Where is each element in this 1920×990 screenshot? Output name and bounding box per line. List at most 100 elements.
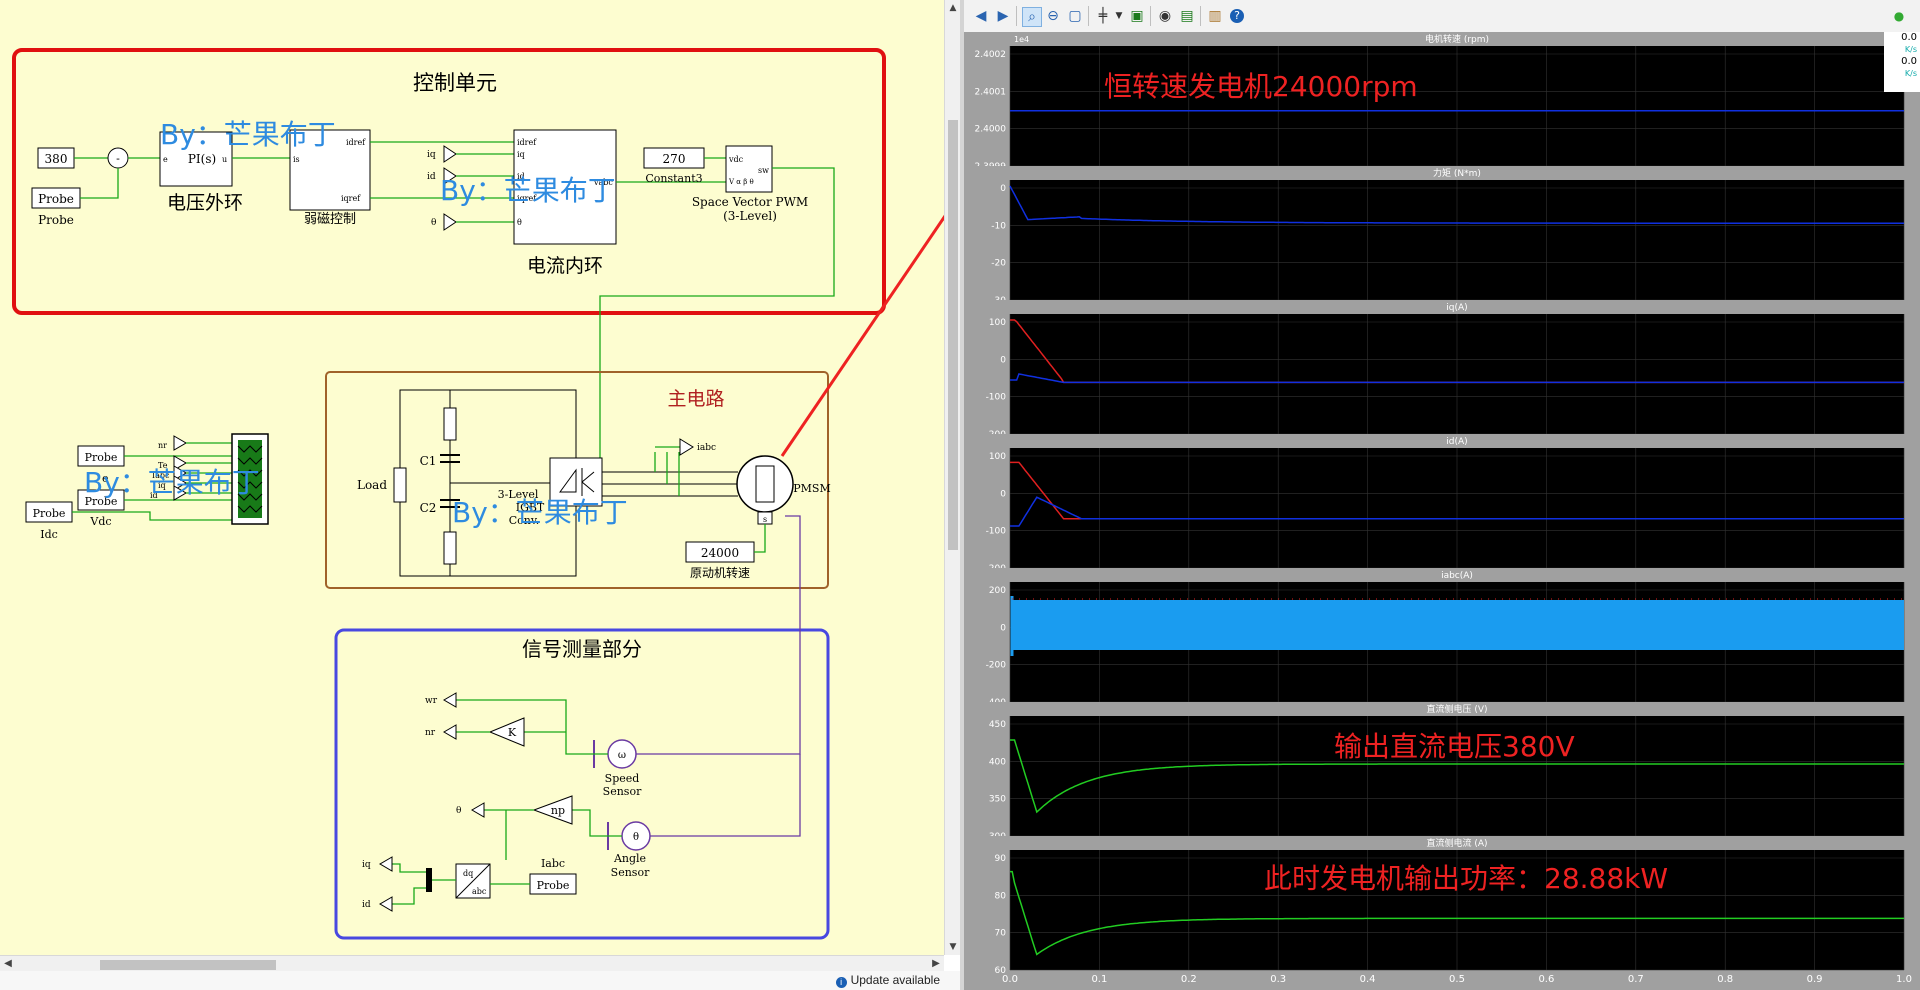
- y-tick-label: -100: [986, 527, 1007, 537]
- watermark-4: By：芒果布丁: [452, 496, 628, 529]
- readout-panel: 0.0 K/s 0.0 K/s: [1884, 32, 1920, 92]
- zoom-out-icon[interactable]: ⊖: [1044, 7, 1062, 25]
- angle-sensor-label-2: Sensor: [611, 866, 650, 879]
- plot-annotation: 输出直流电压380V: [1334, 730, 1575, 763]
- y-tick-label: -100: [986, 393, 1007, 403]
- svg-text:θ: θ: [633, 832, 639, 843]
- pmsm-shaft-s: s: [763, 515, 767, 524]
- tag-wr: wr: [425, 696, 438, 706]
- horizontal-scrollbar[interactable]: ◀ ▶: [0, 955, 944, 972]
- vertical-scroll-thumb[interactable]: [948, 120, 958, 550]
- tag-theta: θ: [431, 218, 436, 228]
- signal-measurement-frame: [334, 628, 830, 940]
- horizontal-scroll-thumb[interactable]: [100, 960, 276, 970]
- back-icon[interactable]: ◀: [972, 7, 990, 25]
- help-icon[interactable]: ?: [1230, 9, 1244, 23]
- x-tick-label: 0.5: [1449, 974, 1465, 985]
- clipboard-icon[interactable]: ▥: [1206, 7, 1224, 25]
- tag-id-out: id: [362, 900, 371, 910]
- tag-id: id: [427, 172, 436, 182]
- watermark-3: By：芒果布丁: [84, 466, 260, 499]
- status-dot-icon: ●: [1893, 9, 1905, 23]
- panel-title: 力矩 (N*m): [1433, 167, 1481, 179]
- chevron-down-icon[interactable]: ▼: [1110, 7, 1128, 25]
- schematic-canvas[interactable]: 控制单元 380 - Probe Probe PI(s) e u 电压外环 is…: [0, 0, 944, 990]
- idc-label: Idc: [40, 528, 58, 541]
- readout-2-unit: K/s: [1904, 69, 1917, 78]
- y-tick-label: 400: [989, 757, 1006, 767]
- tag-nr: nr: [425, 728, 436, 738]
- load-label: Load: [357, 478, 387, 492]
- fw-port-is: is: [293, 155, 300, 164]
- y-tick-label: 2.4002: [975, 50, 1007, 60]
- y-tick-label: 70: [995, 929, 1007, 939]
- scroll-up-icon[interactable]: ▲: [947, 2, 959, 14]
- eye-icon[interactable]: ◉: [1156, 7, 1174, 25]
- update-notice[interactable]: i Update available: [835, 973, 940, 988]
- svpwm-port-sw: sw: [758, 166, 769, 175]
- svg-text:-: -: [116, 152, 120, 165]
- tag-iq-out: iq: [362, 860, 371, 870]
- load-resistor[interactable]: [393, 467, 407, 503]
- y-tick-label: 0: [1000, 489, 1006, 499]
- tag-theta-out: θ: [456, 806, 461, 816]
- x-tick-label: 0.9: [1807, 974, 1823, 985]
- scope-toolbar: ◀ ▶ ⌕ ⊖ ▢ ╪ ▼ ▣ ◉ ▤ ▥ ? ●: [964, 0, 1920, 33]
- forward-icon[interactable]: ▶: [994, 7, 1012, 25]
- panel-title: iabc(A): [1441, 571, 1473, 581]
- speed-constant-value: 24000: [701, 546, 739, 560]
- gain-np-label: np: [551, 804, 565, 817]
- svpwm-label: Space Vector PWM: [692, 195, 808, 209]
- c2-label: C2: [420, 501, 437, 515]
- scroll-left-icon[interactable]: ◀: [2, 958, 14, 969]
- update-notice-text: Update available: [850, 973, 940, 987]
- svpwm-label-2: (3-Level): [723, 209, 777, 223]
- abc-label: abc: [472, 887, 487, 896]
- scroll-right-icon[interactable]: ▶: [930, 958, 942, 969]
- y-tick-label: 100: [989, 452, 1006, 462]
- status-bar: i Update available: [0, 971, 960, 990]
- y-tick-label: -200: [986, 661, 1007, 671]
- constant3-label: Constant3: [645, 172, 702, 185]
- speed-constant-label: 原动机转速: [690, 565, 750, 580]
- dq-label: dq: [463, 869, 473, 878]
- current-loop-label: 电流内环: [527, 255, 603, 277]
- y-tick-label: -20: [991, 259, 1006, 269]
- screen-icon[interactable]: ▣: [1128, 7, 1146, 25]
- plot-annotation: 此时发电机输出功率：28.88kW: [1264, 862, 1668, 895]
- control-unit-title: 控制单元: [413, 71, 497, 95]
- vdc-probe-label: Probe: [38, 213, 74, 227]
- fw-port-iqref: iqref: [341, 194, 361, 203]
- x-tick-label: 0.7: [1628, 974, 1644, 985]
- zoom-icon[interactable]: ⌕: [1022, 7, 1042, 27]
- scope-plots[interactable]: 电机转速 (rpm)2.40022.40012.40002.39991e4恒转速…: [964, 32, 1920, 990]
- y-tick-label: 0: [1000, 355, 1006, 365]
- idc-probe-text: Probe: [33, 507, 66, 520]
- x-tick-label: 0.6: [1538, 974, 1554, 985]
- pi-port-e: e: [163, 155, 168, 164]
- scroll-down-icon[interactable]: ▼: [947, 941, 959, 953]
- iabc-probe-text: Probe: [537, 879, 570, 892]
- pi-block-label: PI(s): [188, 152, 216, 166]
- constant-380-value: 380: [45, 152, 68, 166]
- y-tick-label: 350: [989, 795, 1006, 805]
- speed-sensor-label-2: Sensor: [603, 785, 642, 798]
- panel-title: 直流侧电流 (A): [1426, 837, 1487, 849]
- x-tick-label: 1.0: [1896, 974, 1912, 985]
- readout-1-unit: K/s: [1904, 45, 1917, 54]
- fit-icon[interactable]: ▢: [1066, 7, 1084, 25]
- iabc-band: [1012, 600, 1904, 650]
- y-tick-label: 0: [1000, 623, 1006, 633]
- pmsm-label: PMSM: [793, 482, 830, 495]
- x-tick-label: 0.2: [1181, 974, 1197, 985]
- y-tick-label: 80: [995, 891, 1007, 901]
- gain-k-label: K: [508, 726, 517, 739]
- vertical-scrollbar[interactable]: ▲ ▼: [944, 0, 961, 955]
- y-tick-label: 200: [989, 586, 1006, 596]
- y-tick-label: 2.4001: [975, 87, 1007, 97]
- panel-title: id(A): [1446, 437, 1467, 447]
- export-icon[interactable]: ▤: [1178, 7, 1196, 25]
- info-icon: i: [835, 977, 847, 988]
- y-tick-label: 100: [989, 318, 1006, 328]
- x-tick-label: 0.3: [1270, 974, 1286, 985]
